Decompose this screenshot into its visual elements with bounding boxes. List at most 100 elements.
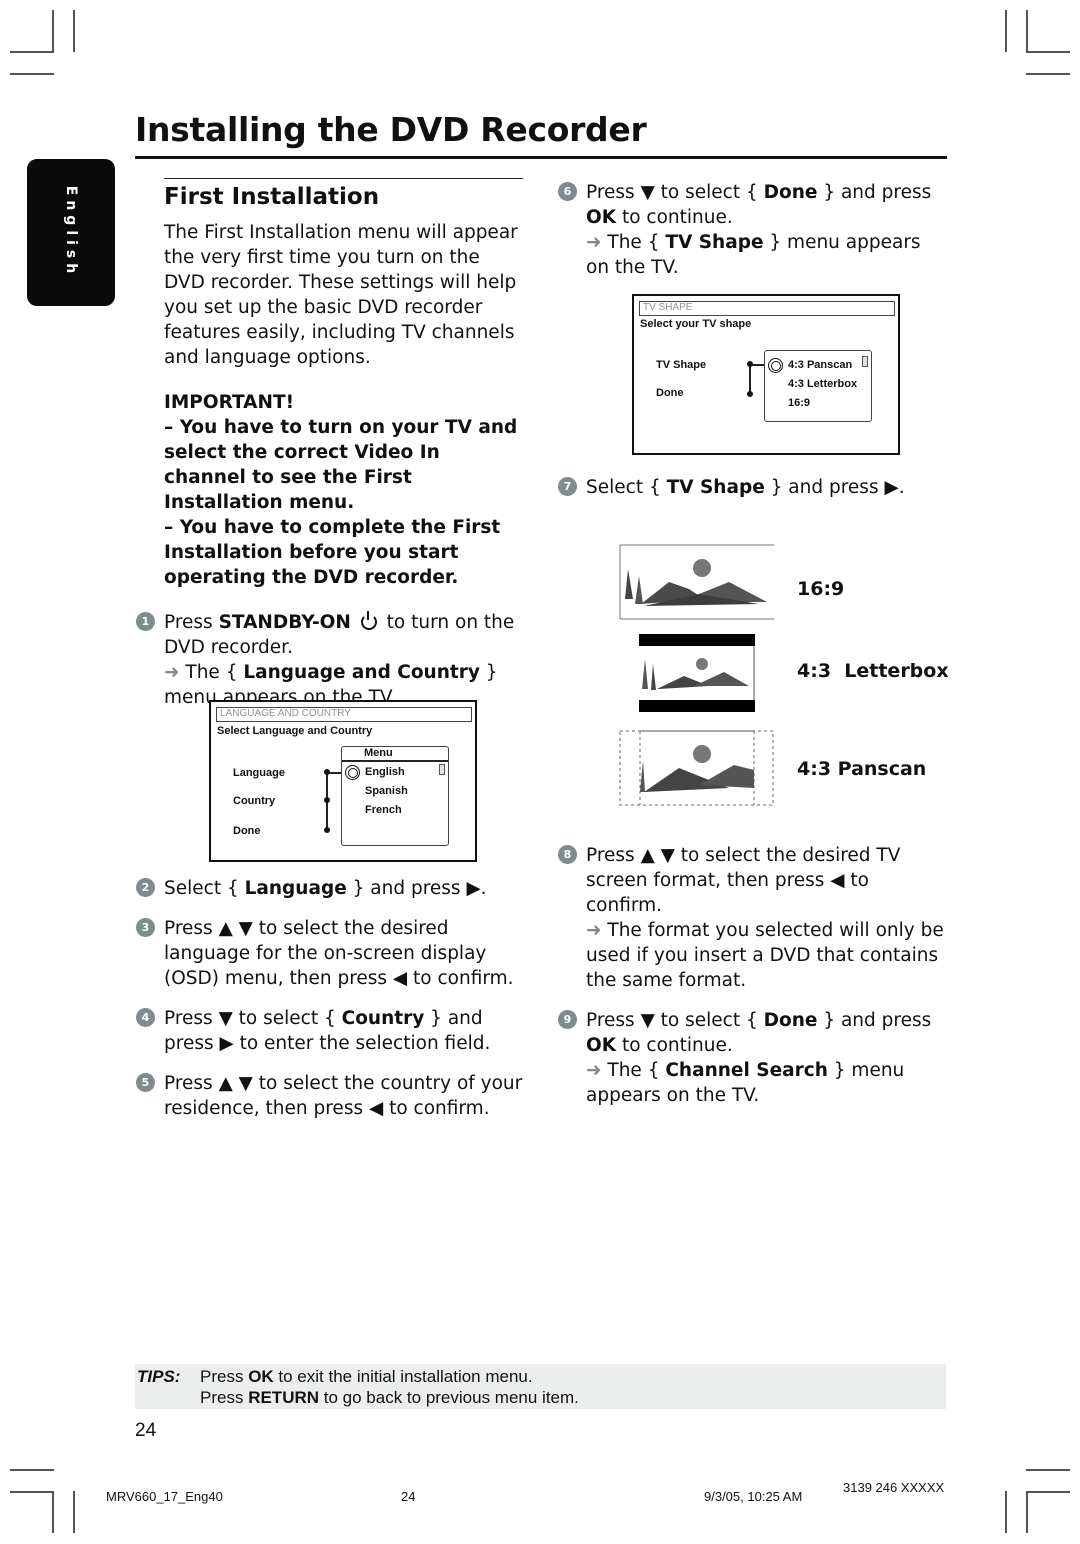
footer-file: MRV660_17_Eng40	[106, 1489, 223, 1504]
menu-name: Done	[763, 182, 818, 203]
selector-icon	[345, 765, 360, 780]
step-text: Select {	[586, 477, 667, 498]
osd-option[interactable]: Spanish	[365, 785, 408, 797]
key-label: OK	[248, 1367, 274, 1386]
key-label: OK	[586, 207, 617, 228]
step-text: Press	[164, 612, 219, 633]
osd-item-done[interactable]: Done	[233, 825, 261, 837]
step-8: 8 Press ▲ ▼ to select the desired TV scr…	[558, 843, 948, 993]
intro-paragraph: The First Installation menu will appear …	[164, 222, 518, 368]
osd-option[interactable]: 16:9	[788, 397, 810, 409]
step-4: 4 Press ▼ to select { Country } and pres…	[136, 1006, 526, 1056]
tips-label: TIPS:	[137, 1367, 181, 1386]
step-number: 1	[136, 612, 155, 631]
connector-dot	[324, 769, 330, 775]
tips-box: TIPS: Press OK to exit the initial insta…	[135, 1364, 946, 1409]
power-icon	[360, 611, 377, 630]
result-text: The {	[607, 1060, 666, 1081]
step-text: Press ▼ to select {	[586, 182, 764, 203]
osd-option[interactable]: French	[365, 804, 402, 816]
important-heading: IMPORTANT!	[164, 392, 295, 413]
crop-mark	[1026, 1491, 1070, 1493]
step-text: } and press ▶.	[346, 878, 487, 899]
section-title: First Installation	[164, 178, 523, 212]
step-number: 8	[558, 845, 577, 864]
step-text: to continue.	[616, 1035, 733, 1056]
step-number: 9	[558, 1010, 577, 1029]
shape-label-16-9: 16:9	[797, 578, 845, 600]
tip-text: Press	[200, 1367, 249, 1386]
crop-mark	[52, 10, 54, 52]
step-9: 9 Press ▼ to select { Done } and press O…	[558, 1008, 948, 1108]
menu-name: TV Shape	[665, 232, 764, 253]
crop-mark	[10, 73, 54, 75]
osd-tv-shape: TV SHAPE Select your TV shape TV Shape D…	[632, 294, 900, 455]
osd-option[interactable]: 4:3 Letterbox	[788, 378, 857, 390]
osd-item-language[interactable]: Language	[233, 767, 285, 779]
page-title: Installing the DVD Recorder	[135, 108, 947, 159]
osd-item-country[interactable]: Country	[233, 795, 275, 807]
key-label: RETURN	[248, 1388, 320, 1407]
tip-1: Press OK to exit the initial installatio…	[200, 1366, 533, 1387]
arrow-right-icon: ➜	[586, 232, 602, 253]
step-6: 6 Press ▼ to select { Done } and press O…	[558, 180, 948, 280]
osd-option[interactable]: 4:3 Panscan	[788, 359, 852, 371]
step-text: } and press	[817, 1010, 932, 1031]
step-text: } and press ▶.	[764, 477, 905, 498]
crop-mark	[1005, 1491, 1007, 1533]
shape-label-panscan: 4:3 Panscan	[797, 758, 927, 780]
result-text: The format you selected will only be use…	[586, 920, 944, 991]
osd-header: TV SHAPE	[639, 301, 895, 316]
menu-name: Country	[341, 1008, 425, 1029]
important-note-2: – You have to complete the First Install…	[164, 517, 501, 588]
osd-item-tv-shape[interactable]: TV Shape	[656, 359, 706, 371]
step-number: 4	[136, 1008, 155, 1027]
step-text: Select {	[164, 878, 245, 899]
step-number: 5	[136, 1073, 155, 1092]
step-text: Press ▼ to select {	[164, 1008, 342, 1029]
step-number: 7	[558, 477, 577, 496]
step-number: 3	[136, 918, 155, 937]
step-3: 3 Press ▲ ▼ to select the desired langua…	[136, 916, 526, 991]
arrow-right-icon: ➜	[586, 1060, 602, 1081]
step-text: to continue.	[616, 207, 733, 228]
osd-subtitle: Select Language and Country	[217, 725, 373, 737]
step-2: 2 Select { Language } and press ▶.	[136, 876, 526, 901]
tip-text: Press	[200, 1388, 249, 1407]
arrow-right-icon: ➜	[164, 662, 180, 683]
left-steps: 2 Select { Language } and press ▶. 3 Pre…	[136, 876, 526, 1121]
letterbox-4-3-image	[639, 634, 755, 712]
panscan-4-3-image	[619, 730, 774, 806]
step-text: Press ▲ ▼ to select the country of your …	[164, 1073, 523, 1119]
menu-name: Language	[244, 878, 347, 899]
crop-mark	[52, 1491, 54, 1533]
crop-mark	[1026, 73, 1070, 75]
crop-mark	[10, 51, 54, 53]
language-tab-label: English	[63, 185, 79, 279]
left-column: First Installation The First Installatio…	[136, 178, 526, 710]
shape-label-letterbox: 4:3 Letterbox	[797, 660, 949, 682]
key-label: STANDBY-ON	[218, 612, 351, 633]
osd-option[interactable]: English	[365, 766, 405, 778]
footer-page: 24	[401, 1489, 416, 1504]
scrollbar[interactable]	[439, 764, 445, 775]
crop-mark	[73, 10, 75, 52]
scrollbar[interactable]	[862, 356, 868, 367]
tip-2: Press RETURN to go back to previous menu…	[200, 1387, 579, 1408]
selector-icon	[768, 358, 783, 373]
crop-mark	[1026, 1491, 1028, 1533]
osd-item-done[interactable]: Done	[656, 387, 684, 399]
crop-mark	[73, 1491, 75, 1533]
language-tab: English	[27, 159, 115, 306]
menu-name: Done	[763, 1010, 818, 1031]
osd-header: LANGUAGE AND COUNTRY	[216, 707, 472, 722]
menu-name: Language and Country	[243, 662, 480, 683]
menu-name: Channel Search	[665, 1060, 828, 1081]
osd-menu-title: Menu	[364, 747, 393, 759]
footer-code: 3139 246 XXXXX	[843, 1480, 945, 1495]
page-number: 24	[135, 1420, 157, 1441]
crop-mark	[10, 1491, 54, 1493]
step-text: Press ▲ ▼ to select the desired language…	[164, 918, 514, 989]
footer-date: 9/3/05, 10:25 AM	[704, 1489, 803, 1504]
connector-dot	[324, 797, 330, 803]
